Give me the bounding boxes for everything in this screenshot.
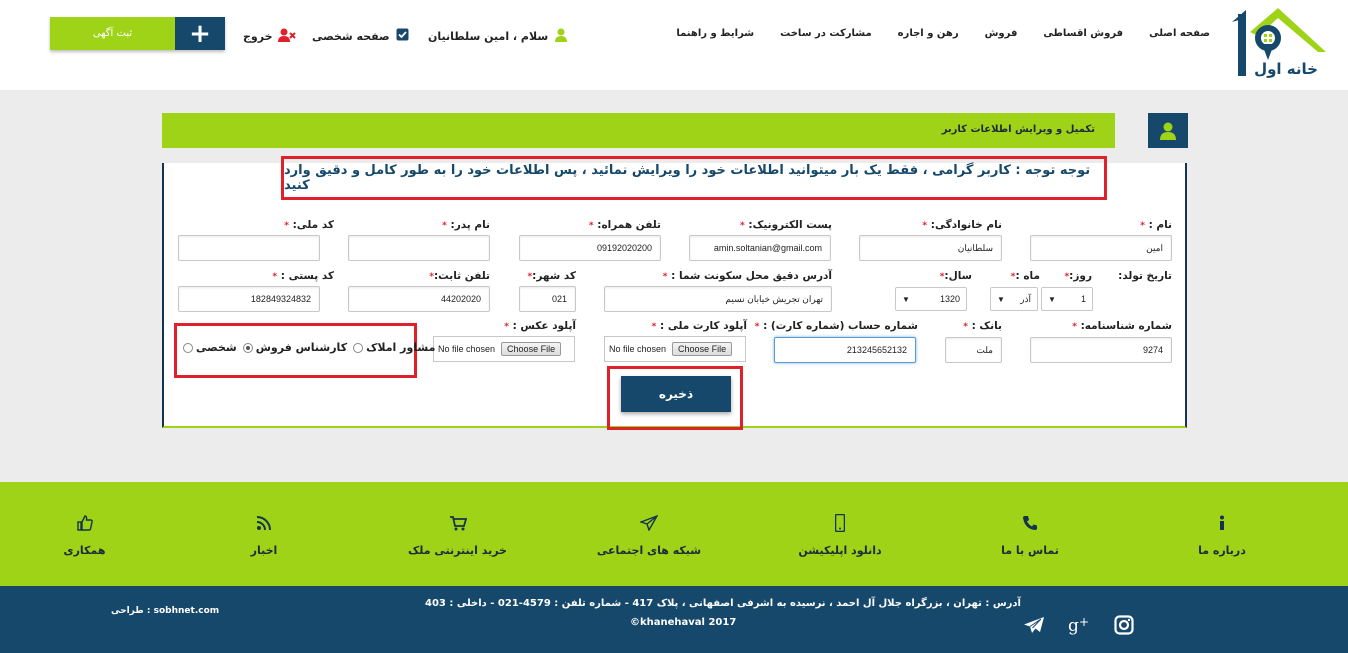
svg-text:g: g [1068,616,1079,635]
footer-contact[interactable]: تماس با ما [995,514,1065,557]
radio-consultant[interactable]: مشاور املاک [353,341,435,354]
photo-upload[interactable]: No file chosen Choose File [433,336,575,362]
notice-box: توجه توجه : کاربر گرامی ، فقط یک بار میت… [281,156,1107,200]
cart-icon [449,514,467,532]
telegram-icon[interactable] [1023,615,1045,635]
first-name-field[interactable]: امین [1030,235,1172,261]
nav-home[interactable]: صفحه اصلی [1149,28,1210,39]
panel-title: تکمیل و ویرایش اطلاعات کاربر [941,124,1095,135]
id-card-upload-label: آپلود کارت ملی : * [651,320,747,332]
info-icon [1218,514,1226,532]
footer-news[interactable]: اخبار [244,514,284,557]
radio-button[interactable] [242,342,253,353]
account-number-field[interactable]: 213245652132 [774,337,916,363]
account-label: شماره حساب (شماره کارت) : * [754,320,918,332]
profile-link[interactable]: صفحه شخصی [312,28,409,44]
svg-text:+: + [1079,615,1089,629]
email-field[interactable]: amin.soltanian@gmail.com [689,235,831,261]
notice-text: توجه توجه : کاربر گرامی ، فقط یک بار میت… [284,163,1091,193]
mobile-label: تلفن همراه: * [588,219,661,231]
father-name-field[interactable] [348,235,490,261]
id-number-field[interactable]: 9274 [1030,337,1172,363]
day-select[interactable]: ▼ 1 [1041,287,1093,311]
radio-sales-expert[interactable]: کارشناس فروش [242,341,347,354]
chevron-down-icon: ▼ [902,294,910,304]
phone-label: تلفن ثابت:* [429,270,490,282]
footer-social[interactable]: شبکه های اجتماعی [594,514,704,557]
footer-cooperation[interactable]: همکاری [57,514,112,557]
footer-about[interactable]: درباره ما [1192,514,1252,557]
footer-app[interactable]: دانلود اپلیکیشن [795,514,885,557]
save-button[interactable]: ذخیره [621,376,731,412]
main-nav: صفحه اصلی فروش اقساطی فروش رهن و اجاره م… [676,28,1210,39]
last-name-field[interactable]: سلطانیان [859,235,1002,261]
user-greeting: سلام ، امین سلطانیان [428,28,568,45]
city-code-field[interactable]: 021 [519,286,576,312]
id-card-upload[interactable]: No file chosen Choose File [604,336,746,362]
bank-label: بانک : * [963,320,1002,332]
user-icon [554,28,568,45]
footer-designer[interactable]: طراحی : sobhnet.com [111,606,219,616]
postal-code-label: کد پستی : * [272,270,334,282]
header: خانه اول صفحه اصلی فروش اقساطی فروش رهن … [0,0,1348,90]
footer-address: آدرس : تهران ، بزرگراه جلال آل احمد ، نر… [425,598,1021,609]
svg-text:خانه اول: خانه اول [1254,60,1318,78]
site-logo[interactable]: خانه اول [1228,4,1328,80]
address-label: آدرس دقیق محل سکونت شما : * [662,270,832,282]
radio-button[interactable] [353,342,364,353]
footer-online-buy[interactable]: خرید اینترنتی ملک [405,514,510,557]
month-select[interactable]: ▼ آذر [990,287,1038,311]
father-name-label: نام پدر: * [442,219,490,231]
photo-upload-label: آپلود عکس : * [504,320,576,332]
user-icon [1148,113,1188,148]
file-status: No file chosen [438,344,496,354]
radio-button[interactable] [183,342,193,353]
bank-field[interactable]: ملت [945,337,1002,363]
month-label: ماه :* [1010,270,1040,282]
user-type-radios: مشاور املاک کارشناس فروش شخصی [183,341,435,354]
logout-link[interactable]: خروج [243,28,296,45]
phone-icon [1022,514,1038,532]
send-icon [640,514,658,532]
nav-sale[interactable]: فروش [985,28,1018,39]
city-code-label: کد شهر:* [527,270,576,282]
national-code-label: کد ملی: * [284,219,334,231]
footer-copyright: ©khanehaval 2017 [630,617,737,628]
email-label: پست الکترونیک: * [740,219,832,231]
choose-file-button[interactable]: Choose File [501,342,562,356]
last-name-label: نام خانوادگی: * [922,219,1002,231]
first-name-label: نام : * [1140,219,1172,231]
chevron-down-icon: ▼ [1048,294,1056,304]
thumbs-up-icon [76,514,93,532]
id-number-label: شماره شناسنامه: * [1072,320,1172,332]
nav-terms[interactable]: شرایط و راهنما [676,28,754,39]
user-remove-icon [277,28,296,45]
rss-icon [257,514,271,532]
birth-date-label: تاریخ تولد: [1118,270,1172,282]
radio-personal[interactable]: شخصی [183,341,237,354]
file-status: No file chosen [609,344,667,354]
postal-code-field[interactable]: 182849324832 [178,286,320,312]
mobile-icon [835,514,845,532]
instagram-icon[interactable] [1114,615,1134,635]
post-ad-button[interactable]: ثبت آگهی + [50,17,225,50]
panel-title-bar: تکمیل و ویرایش اطلاعات کاربر [162,113,1115,148]
choose-file-button[interactable]: Choose File [672,342,733,356]
nav-construction[interactable]: مشارکت در ساخت [780,28,872,39]
checkbox-icon [396,28,409,44]
address-field[interactable]: تهران تجریش خیابان نسیم [604,286,832,312]
year-select[interactable]: ▼ 1320 [895,287,967,311]
plus-icon: + [175,17,225,50]
nav-rent[interactable]: رهن و اجاره [898,28,959,39]
national-code-field[interactable] [178,235,320,261]
chevron-down-icon: ▼ [997,294,1005,304]
nav-installment-sale[interactable]: فروش اقساطی [1043,28,1123,39]
mobile-field[interactable]: 09192020200 [519,235,661,261]
day-label: روز:* [1064,270,1092,282]
phone-field[interactable]: 44202020 [348,286,490,312]
google-plus-icon[interactable]: g + [1068,615,1090,635]
year-label: سال:* [939,270,972,282]
